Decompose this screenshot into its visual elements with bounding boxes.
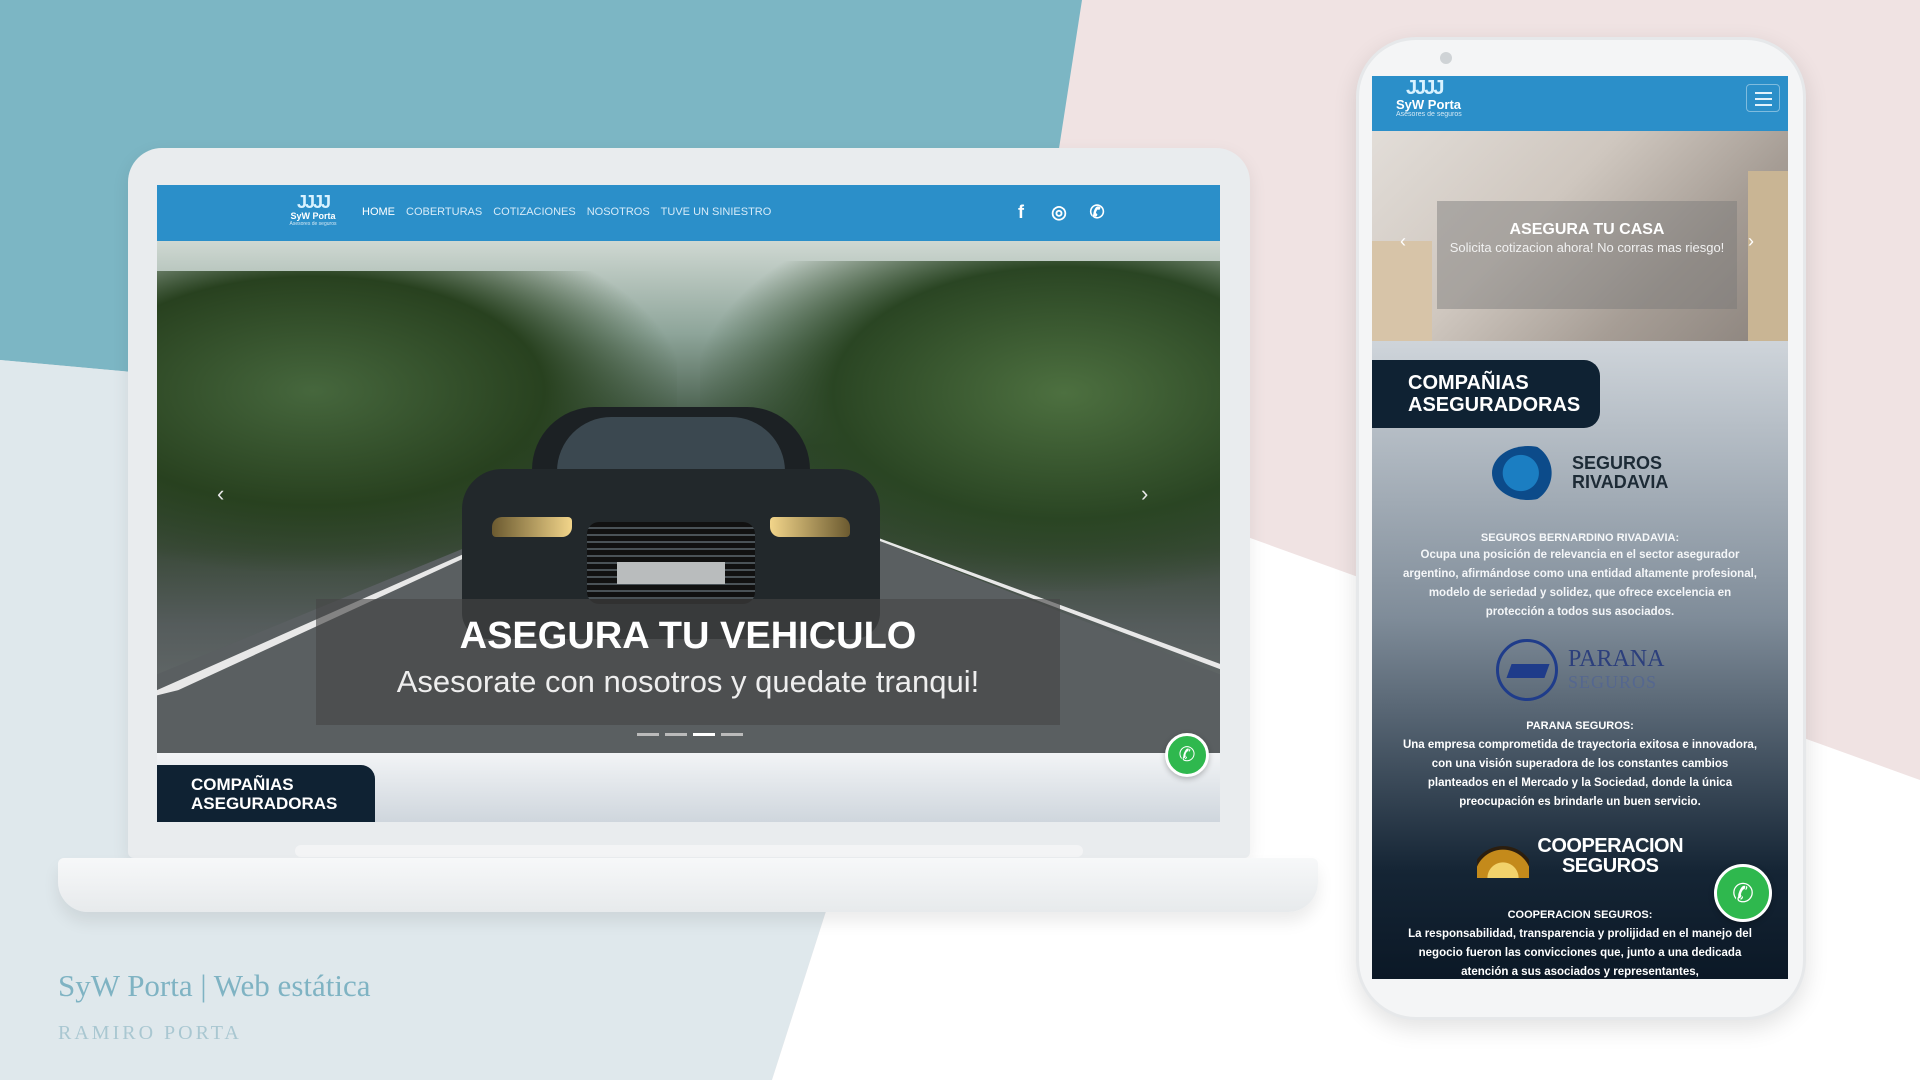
mobile-navbar: JJJJ SyW Porta Asesores de seguros — [1372, 76, 1788, 131]
laptop-hinge — [295, 845, 1083, 857]
nav-home[interactable]: HOME — [362, 206, 395, 218]
mobile-website: JJJJ SyW Porta Asesores de seguros ‹ › A… — [1372, 76, 1788, 979]
carousel-dot[interactable] — [665, 733, 687, 736]
mobile-hero-subtitle: Solicita cotizacion ahora! No corras mas… — [1449, 240, 1725, 255]
parana-title: PARANA SEGUROS: — [1526, 720, 1634, 732]
carousel-dot[interactable] — [721, 733, 743, 736]
nav-tuve-un-siniestro[interactable]: TUVE UN SINIESTRO — [661, 206, 772, 218]
desktop-hero-carousel: ‹ › ASEGURA TU VEHICULO Asesorate con no… — [157, 241, 1220, 753]
mobile-logo[interactable]: JJJJ SyW Porta Asesores de seguros — [1384, 78, 1484, 118]
mobile-hero-title: ASEGURA TU CASA — [1509, 221, 1665, 238]
mobile-hero-caption: ASEGURA TU CASA Solicita cotizacion ahor… — [1437, 201, 1737, 309]
hero-caption: ASEGURA TU VEHICULO Asesorate con nosotr… — [316, 599, 1060, 725]
desktop-nav-links: HOME COBERTURAS COTIZACIONES NOSOTROS TU… — [362, 206, 771, 218]
logo-waves-icon: JJJJ — [296, 192, 331, 212]
carousel-prev-arrow-icon[interactable]: ‹ — [1400, 231, 1406, 252]
hamburger-menu-icon[interactable] — [1746, 84, 1780, 112]
carousel-dot[interactable] — [637, 733, 659, 736]
parana-description: Una empresa comprometida de trayectoria … — [1402, 739, 1758, 808]
carousel-next-arrow-icon[interactable]: › — [1141, 481, 1148, 507]
logo-tagline: Asesores de seguros — [1396, 111, 1462, 118]
rivadavia-description: Ocupa una posición de relevancia en el s… — [1402, 549, 1757, 618]
presentation-title: SyW Porta | Web estática — [58, 968, 371, 1003]
desktop-logo[interactable]: JJJJ SyW Porta Asesores de seguros — [282, 193, 344, 233]
parana-logo-text: PARANA SEGUROS — [1567, 645, 1665, 692]
car-headlight-right — [770, 517, 850, 537]
parana-logo: PARANA SEGUROS — [1372, 639, 1788, 701]
logo-name: SyW Porta — [1396, 97, 1462, 112]
presentation-author: RAMIRO PORTA — [58, 1022, 242, 1044]
desktop-website: JJJJ SyW Porta Asesores de seguros HOME … — [157, 185, 1220, 822]
carousel-prev-arrow-icon[interactable]: ‹ — [217, 481, 224, 507]
hero-box-left — [1372, 241, 1432, 341]
logo-name: SyW Porta — [290, 211, 336, 221]
nav-cotizaciones[interactable]: COTIZACIONES — [493, 206, 576, 218]
whatsapp-icon[interactable]: ✆ — [1085, 199, 1109, 225]
cooperacion-logo-icon — [1476, 834, 1529, 878]
rivadavia-logo: SEGUROS RIVADAVIA — [1372, 446, 1788, 500]
mobile-whatsapp-float-button[interactable]: ✆ — [1714, 864, 1772, 922]
phone-camera — [1440, 52, 1452, 64]
laptop-base — [58, 858, 1318, 912]
nav-nosotros[interactable]: NOSOTROS — [587, 206, 650, 218]
mobile-section-title: COMPAÑIAS ASEGURADORAS — [1372, 360, 1600, 428]
car-headlight-left — [492, 517, 572, 537]
rivadavia-logo-icon — [1491, 446, 1564, 500]
instagram-icon[interactable]: ◎ — [1047, 199, 1071, 225]
nav-coberturas[interactable]: COBERTURAS — [406, 206, 482, 218]
social-links: f ◎ ✆ — [1009, 199, 1109, 225]
car-windshield — [557, 417, 785, 475]
cooperacion-logo-text: COOPERACION SEGUROS — [1537, 835, 1684, 877]
hero-box-right — [1748, 171, 1788, 341]
carousel-next-arrow-icon[interactable]: › — [1748, 231, 1754, 252]
logo-waves-icon: JJJJ — [1406, 77, 1445, 99]
carousel-dot-active[interactable] — [693, 733, 715, 736]
rivadavia-title: SEGUROS BERNARDINO RIVADAVIA: — [1480, 532, 1680, 544]
hero-title: ASEGURA TU VEHICULO — [459, 615, 917, 657]
whatsapp-float-button[interactable]: ✆ — [1165, 733, 1209, 777]
hero-subtitle: Asesorate con nosotros y quedate tranqui… — [396, 664, 980, 699]
parana-logo-icon — [1495, 639, 1558, 701]
logo-tagline: Asesores de seguros — [289, 221, 337, 227]
car-plate — [617, 562, 725, 584]
facebook-icon[interactable]: f — [1009, 199, 1033, 225]
rivadavia-logo-text: SEGUROS RIVADAVIA — [1572, 453, 1669, 492]
desktop-section-title: COMPAÑIAS ASEGURADORAS — [157, 765, 375, 822]
carousel-indicators — [637, 733, 743, 736]
cooperacion-description: La responsabilidad, transparencia y prol… — [1408, 928, 1752, 978]
desktop-navbar: JJJJ SyW Porta Asesores de seguros HOME … — [157, 185, 1220, 241]
mobile-hero-carousel: ‹ › ASEGURA TU CASA Solicita cotizacion … — [1372, 131, 1788, 341]
